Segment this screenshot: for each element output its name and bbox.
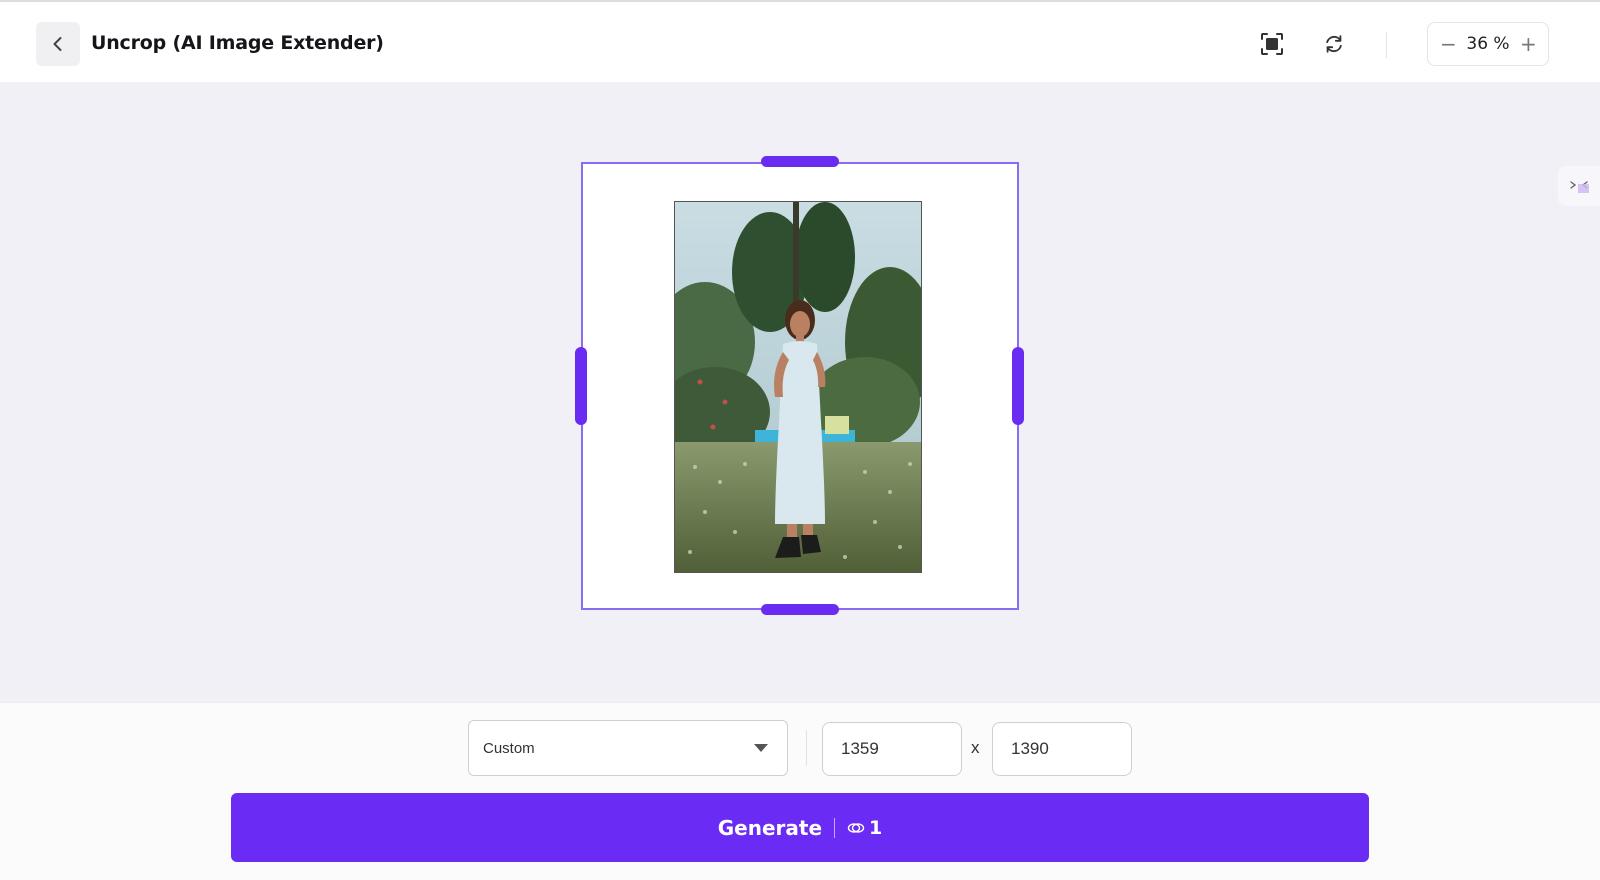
- height-input[interactable]: [992, 722, 1132, 776]
- aspect-ratio-value: Custom: [483, 739, 535, 757]
- caret-down-icon: [754, 744, 768, 752]
- reset-button[interactable]: [1318, 28, 1350, 60]
- generate-label: Generate: [717, 815, 823, 840]
- chevron-left-icon: [53, 37, 62, 51]
- extend-handle-bottom[interactable]: [761, 604, 839, 615]
- side-panel-toggle[interactable]: [1558, 166, 1600, 206]
- zoom-out-button[interactable]: −: [1440, 34, 1457, 54]
- aspect-ratio-select[interactable]: Custom: [468, 720, 788, 776]
- extend-handle-left[interactable]: [575, 347, 587, 425]
- zoom-control: − 36 % +: [1427, 22, 1549, 66]
- top-bar: Uncrop (AI Image Extender) − 36 % +: [0, 0, 1600, 82]
- extend-handle-top[interactable]: [761, 156, 839, 167]
- source-photo: [674, 201, 922, 573]
- width-input[interactable]: [822, 722, 962, 776]
- refresh-icon: [1326, 35, 1342, 53]
- generate-button[interactable]: Generate 1: [231, 793, 1369, 862]
- zoom-in-button[interactable]: +: [1520, 34, 1537, 54]
- zoom-level: 36 %: [1466, 34, 1510, 54]
- photo-image: [675, 202, 921, 572]
- back-button[interactable]: [36, 22, 80, 66]
- toolbar-divider: [1386, 32, 1387, 58]
- page-title: Uncrop (AI Image Extender): [91, 32, 384, 54]
- controls-divider: [806, 730, 807, 766]
- collapse-panel-icon: [1570, 181, 1589, 193]
- coin-icon: [847, 822, 865, 833]
- fit-screen-button[interactable]: [1256, 28, 1288, 60]
- generate-separator: [834, 817, 836, 838]
- dimension-separator: x: [971, 738, 980, 757]
- credit-cost: 1: [869, 816, 883, 839]
- extend-handle-right[interactable]: [1012, 347, 1024, 425]
- fit-screen-icon: [1261, 33, 1283, 55]
